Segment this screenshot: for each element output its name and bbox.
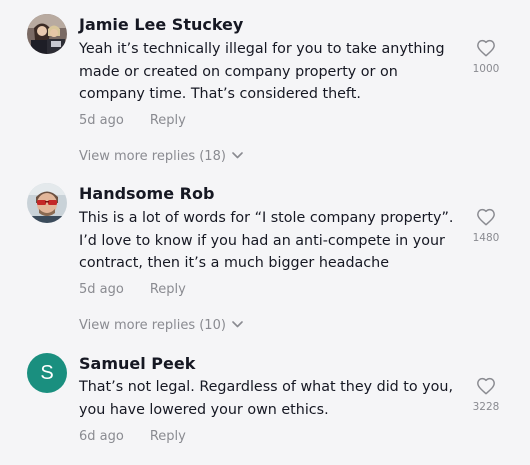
avatar-initial: S: [40, 362, 54, 384]
heart-outline-icon: [477, 39, 495, 57]
like-count: 3228: [472, 401, 500, 413]
view-more-replies-label: View more replies (10): [79, 318, 226, 333]
comment-meta: 5d ago Reply: [79, 113, 186, 128]
like-button[interactable]: 1000: [466, 39, 506, 75]
heart-outline-icon: [477, 208, 495, 226]
comment-text: Yeah it’s technically illegal for you to…: [79, 38, 459, 106]
comment-username[interactable]: Samuel Peek: [79, 354, 195, 373]
comment-meta: 5d ago Reply: [79, 282, 186, 297]
chevron-down-icon: [232, 152, 243, 159]
comment-text-line: contract, then it’s a much bigger headac…: [79, 255, 390, 271]
like-button[interactable]: 3228: [466, 377, 506, 413]
avatar[interactable]: S: [27, 353, 67, 393]
avatar[interactable]: [27, 183, 67, 223]
comment-text-line: made or created on company property or o…: [79, 63, 398, 80]
like-count: 1000: [472, 63, 500, 75]
like-count: 1480: [472, 232, 500, 244]
view-more-replies-button[interactable]: View more replies (10): [79, 318, 243, 333]
comment-username[interactable]: Handsome Rob: [79, 184, 214, 203]
like-button[interactable]: 1480: [466, 208, 506, 244]
comment-timestamp: 5d ago: [79, 282, 124, 297]
chevron-down-icon: [232, 321, 243, 328]
comment-text-line: you have lowered your own ethics.: [79, 401, 329, 418]
reply-button[interactable]: Reply: [150, 429, 186, 444]
reply-button[interactable]: Reply: [150, 113, 186, 128]
comment-text: That’s not legal. Regardless of what the…: [79, 376, 459, 421]
profile-photo-icon: [27, 14, 67, 54]
comment-text: This is a lot of words for “I stole comp…: [79, 207, 459, 275]
heart-outline-icon: [477, 377, 495, 395]
reply-button[interactable]: Reply: [150, 282, 186, 297]
comment-timestamp: 5d ago: [79, 113, 124, 128]
comment-timestamp: 6d ago: [79, 429, 124, 444]
view-more-replies-label: View more replies (18): [79, 149, 226, 164]
comment-text-line: Yeah it’s technically illegal for you to…: [79, 41, 445, 57]
avatar[interactable]: [27, 14, 67, 54]
view-more-replies-button[interactable]: View more replies (18): [79, 149, 243, 164]
comment-text-line: company time. That’s considered theft.: [79, 86, 361, 102]
comment-text-line: This is a lot of words for “I stole comp…: [79, 210, 454, 226]
comment-meta: 6d ago Reply: [79, 429, 186, 444]
profile-photo-icon: [27, 183, 67, 223]
comment-username[interactable]: Jamie Lee Stuckey: [79, 15, 243, 34]
comment-text-line: I’d love to know if you had an anti-comp…: [79, 232, 445, 249]
comment-text-line: That’s not legal. Regardless of what the…: [79, 379, 453, 395]
